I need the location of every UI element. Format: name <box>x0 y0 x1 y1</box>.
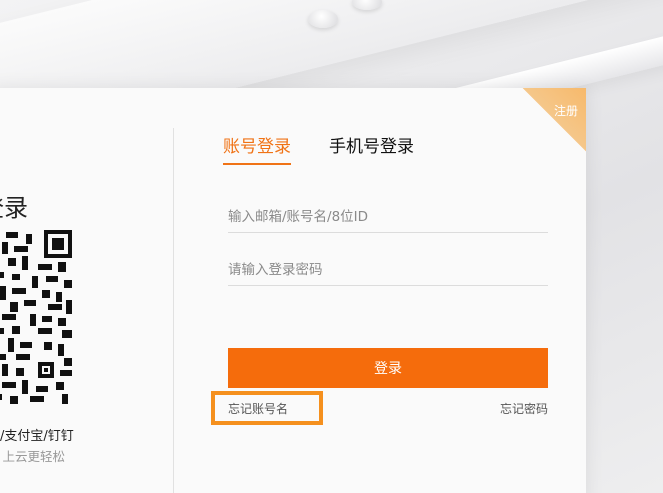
tab-phone-login[interactable]: 手机号登录 <box>329 132 414 157</box>
qr-code-icon <box>0 230 82 408</box>
login-button[interactable]: 登录 <box>228 348 548 388</box>
background-decoration <box>308 10 338 28</box>
register-corner-button[interactable]: 注册 <box>516 88 586 158</box>
username-input[interactable] <box>228 202 548 233</box>
login-page-scene: 登录 <box>0 0 663 493</box>
password-input[interactable] <box>228 255 548 286</box>
forgot-account-link[interactable]: 忘记账号名 <box>228 400 288 417</box>
qr-hint-text: ，上云更轻松 <box>0 449 66 464</box>
qr-login-title: 登录 <box>0 194 28 222</box>
divider <box>173 128 174 493</box>
qr-supported-apps: /支付宝/钉钉 <box>0 429 74 444</box>
forgot-password-link[interactable]: 忘记密码 <box>500 400 548 417</box>
tab-account-login[interactable]: 账号登录 <box>223 132 291 165</box>
register-label: 注册 <box>553 104 578 118</box>
login-card: 登录 <box>0 88 586 493</box>
